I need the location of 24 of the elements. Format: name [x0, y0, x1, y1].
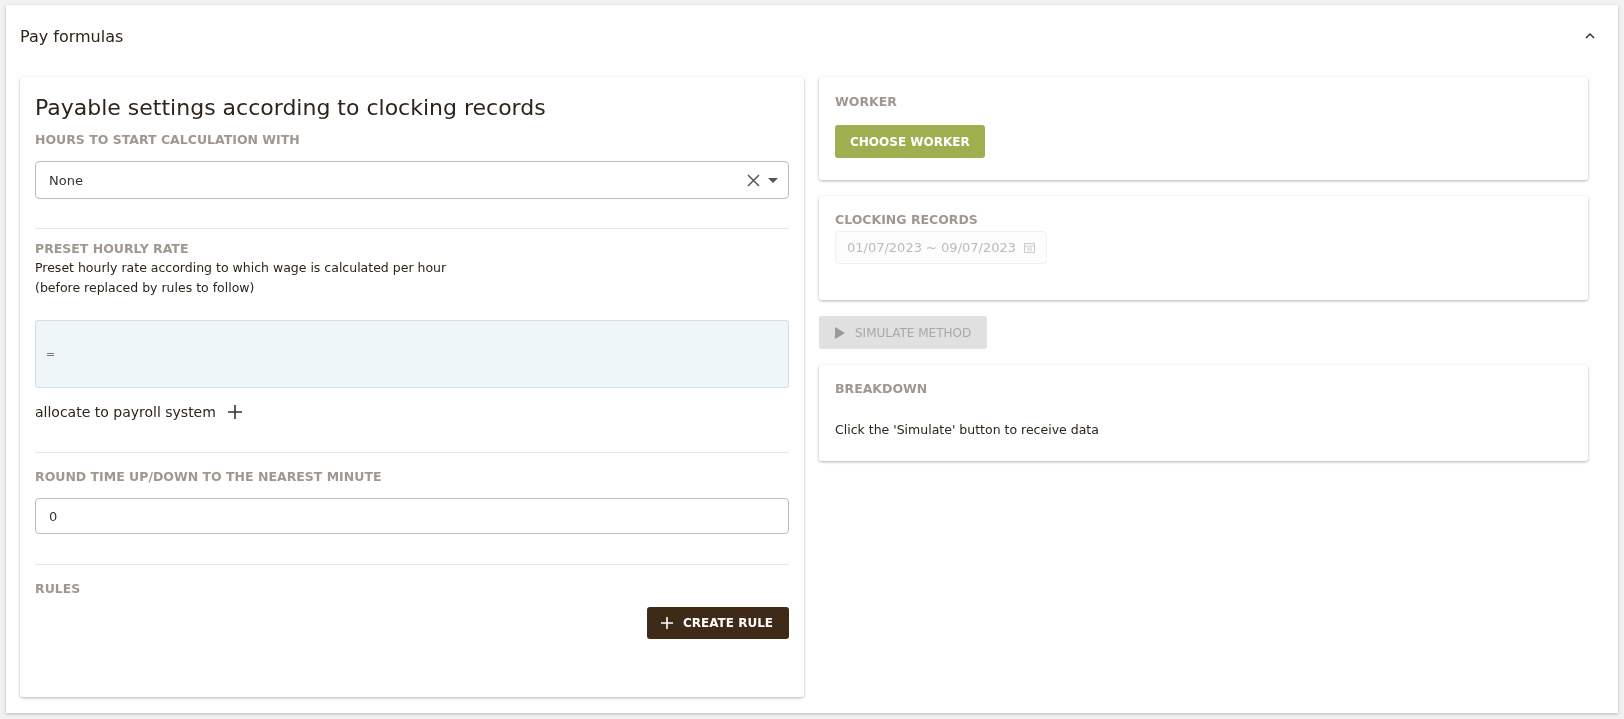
create-rule-button[interactable]: CREATE RULE — [647, 607, 789, 639]
rounding-input[interactable]: 0 — [35, 498, 789, 534]
section-label: WORKER — [835, 94, 898, 109]
clear-icon[interactable] — [747, 173, 760, 187]
choose-worker-button[interactable]: CHOOSE WORKER — [835, 125, 985, 158]
panel-title: Pay formulas — [20, 26, 124, 46]
breakdown-message: Click the 'Simulate' button to receive data — [835, 422, 1100, 437]
field-label: PRESET HOURLY RATE — [35, 241, 190, 256]
field-label: HOURS TO START CALCULATION WITH — [35, 132, 301, 147]
dropdown-caret-icon[interactable] — [768, 177, 778, 183]
field-label: RULES — [35, 581, 81, 596]
settings-title: Payable settings according to clocking records — [35, 95, 547, 120]
field-label: ROUND TIME UP/DOWN TO THE NEAREST MINUTE — [35, 469, 383, 484]
play-icon — [835, 326, 845, 339]
field-description: Preset hourly rate according to which wage is calculated per hour (before replaced by rules to follow) — [35, 259, 448, 297]
plus-icon — [661, 617, 673, 629]
section-label: BREAKDOWN — [835, 381, 929, 396]
section-label: CLOCKING RECORDS — [835, 212, 979, 227]
calendar-icon — [1024, 242, 1035, 253]
formula-field[interactable]: = — [35, 320, 789, 388]
add-icon[interactable] — [227, 405, 242, 419]
hours-select[interactable]: None — [35, 161, 789, 199]
collapse-toggle-icon[interactable] — [1584, 32, 1596, 40]
allocate-label: allocate to payroll system — [35, 404, 216, 420]
